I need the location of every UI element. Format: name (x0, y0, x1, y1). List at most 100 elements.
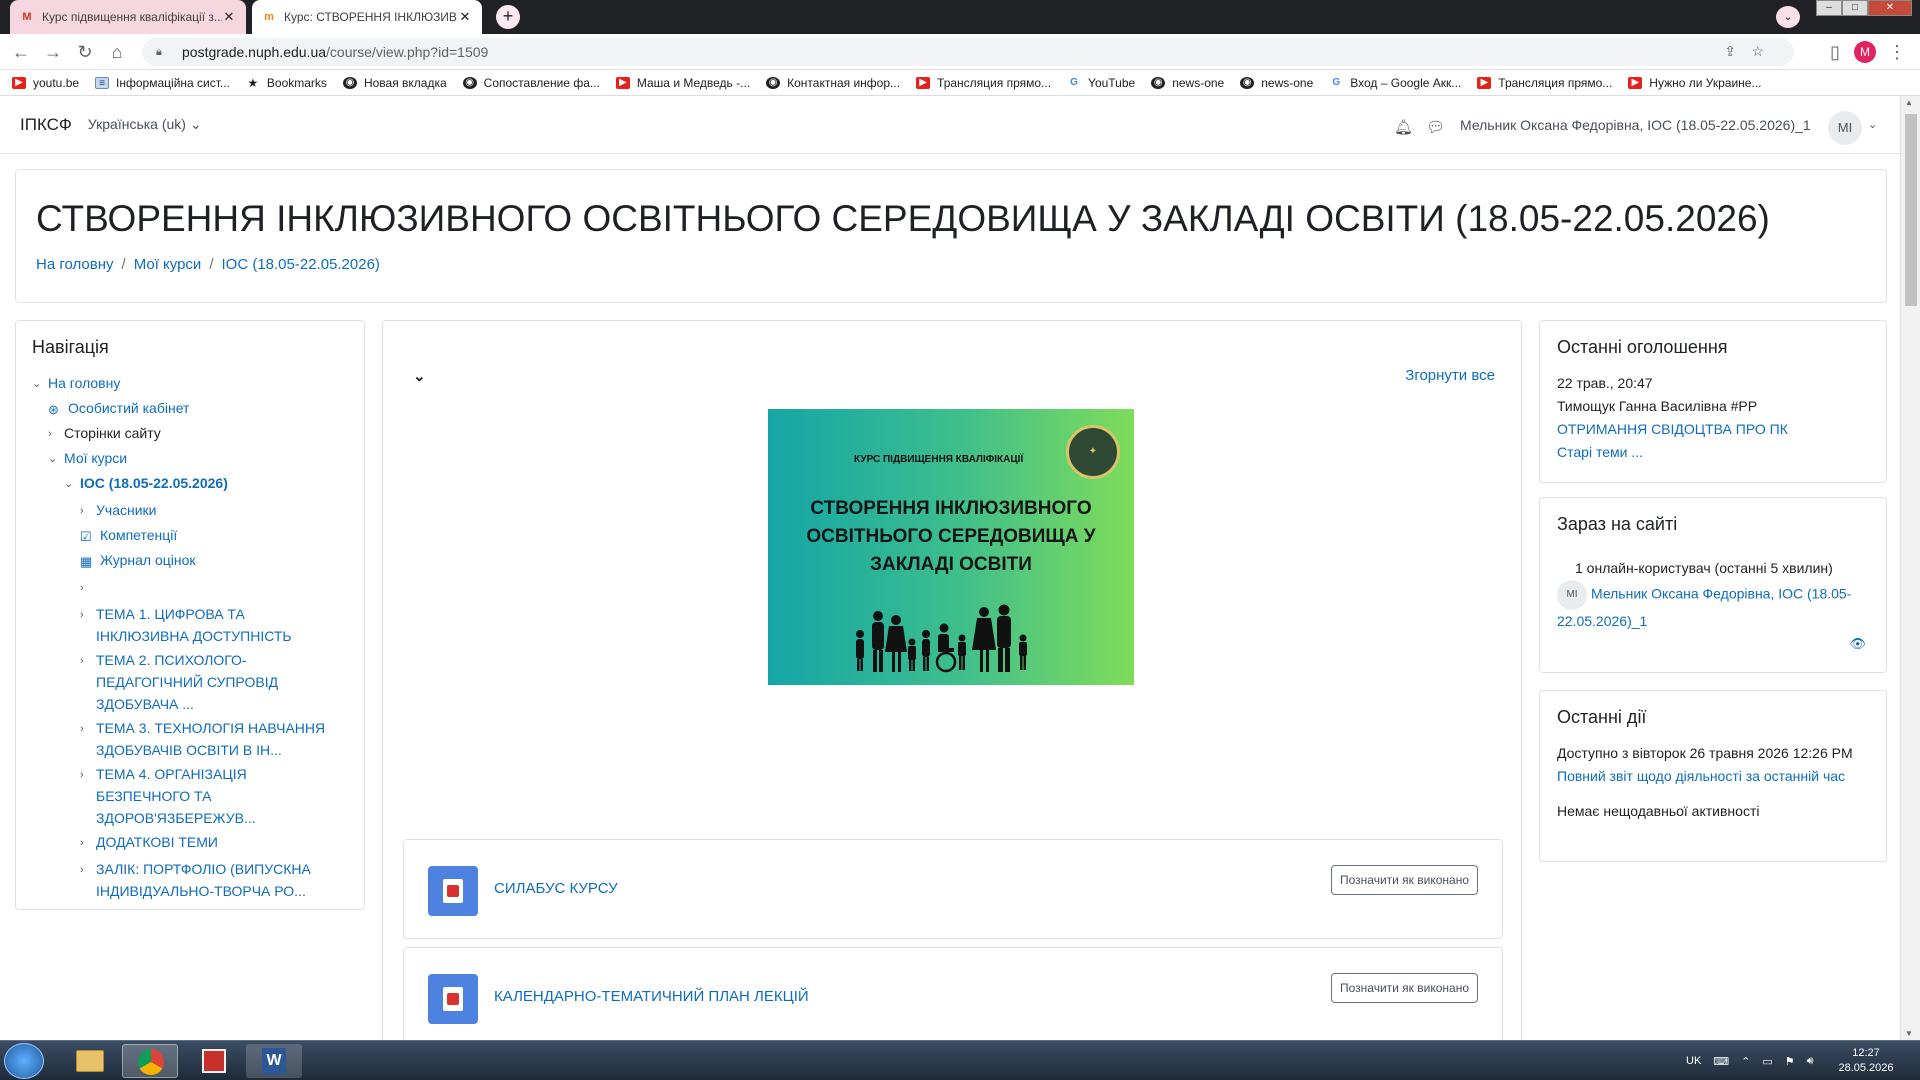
nav-tree-item[interactable]: › ТЕМА 3. ТЕХНОЛОГІЯ НАВЧАННЯ ЗДОБУВАЧІВ … (32, 717, 348, 761)
close-tab-icon[interactable]: ✕ (458, 9, 472, 25)
bookmark-item[interactable]: ▶ Маша и Медведь -... (615, 76, 750, 90)
minimize-icon[interactable]: – (1816, 0, 1842, 16)
clock[interactable]: 12:27 28.05.2026 (1836, 1046, 1896, 1076)
nav-tree-item[interactable]: › Сторінки сайту (32, 422, 348, 447)
home-icon[interactable]: ⌂ (106, 41, 128, 63)
nav-item-label[interactable]: ТЕМА 1. ЦИФРОВА ТА ІНКЛЮЗИВНА ДОСТУПНІСТ… (96, 603, 326, 647)
browser-tab-active[interactable]: m Курс: СТВОРЕННЯ ІНКЛЮЗИВН ✕ (252, 0, 482, 34)
chevron-down-icon[interactable]: ⌄ (48, 447, 64, 472)
chevron-down-icon[interactable]: ⌄ (1868, 118, 1877, 131)
site-brand[interactable]: ІПКСФ (20, 115, 72, 135)
nav-item-label[interactable]: Особистий кабінет (68, 397, 189, 419)
chevron-down-icon[interactable]: ⌄ (64, 472, 80, 497)
nav-item-label[interactable]: На головну (48, 372, 120, 394)
nav-item-label[interactable]: ЗАЛІК: ПОРТФОЛІО (ВИПУСКНА ІНДИВІДУАЛЬНО… (96, 858, 326, 902)
online-user-link[interactable]: Мельник Оксана Федорівна, ІОС (18.05-22.… (1557, 586, 1851, 629)
nav-tree-item[interactable]: › ТЕМА 2. ПСИХОЛОГО-ПЕДАГОГІЧНИЙ СУПРОВІД… (32, 649, 348, 715)
chevron-right-icon[interactable]: › (80, 717, 96, 742)
nav-tree-item[interactable]: › ДОДАТКОВІ ТЕМИ (32, 831, 348, 856)
bell-icon[interactable]: 🔔︎ (1394, 118, 1413, 136)
eye-icon[interactable]: 👁︎ (1849, 636, 1866, 652)
language-indicator[interactable]: UK (1686, 1055, 1701, 1067)
nav-tree-item[interactable]: › (32, 576, 348, 601)
nav-tree-item[interactable]: › ТЕМА 4. ОРГАНІЗАЦІЯ БЕЗПЕЧНОГО ТА ЗДОРО… (32, 763, 348, 829)
breadcrumb-item[interactable]: Мої курси (134, 256, 202, 273)
activity-link[interactable]: КАЛЕНДАРНО-ТЕМАТИЧНИЙ ПЛАН ЛЕКЦІЙ (494, 988, 809, 1005)
bookmark-item[interactable]: ◉ news-one (1240, 76, 1313, 90)
page-scrollbar[interactable]: ▲ ▼ (1900, 96, 1920, 1040)
bookmark-item[interactable]: ▶ youtu.be (12, 76, 79, 90)
chat-icon[interactable]: 💬︎ (1426, 118, 1445, 136)
maximize-icon[interactable]: □ (1842, 0, 1868, 16)
chevron-right-icon[interactable]: › (80, 858, 96, 883)
chevron-down-icon[interactable]: ⌄ (413, 367, 426, 385)
nav-item-label[interactable]: ТЕМА 4. ОРГАНІЗАЦІЯ БЕЗПЕЧНОГО ТА ЗДОРОВ… (96, 763, 326, 829)
nav-tree-item[interactable]: ☑ Компетенції (32, 524, 348, 549)
nav-tree-item[interactable]: › ЗАЛІК: ПОРТФОЛІО (ВИПУСКНА ІНДИВІДУАЛЬН… (32, 858, 348, 902)
nav-item-label[interactable]: ТЕМА 2. ПСИХОЛОГО-ПЕДАГОГІЧНИЙ СУПРОВІД … (96, 649, 326, 715)
bookmark-item[interactable]: ▶ Нужно ли Украине... (1628, 76, 1762, 90)
full-report-link[interactable]: Повний звіт щодо діяльності за останній … (1557, 768, 1845, 784)
scroll-up-icon[interactable]: ▲ (1905, 98, 1913, 107)
chevron-up-icon[interactable]: ⌃ (1741, 1055, 1750, 1068)
mark-as-done-button[interactable]: Позначити як виконано (1330, 973, 1478, 1003)
bookmark-item[interactable]: ◉ news-one (1151, 76, 1224, 90)
nav-item-label[interactable]: Компетенції (100, 524, 177, 546)
chevron-right-icon[interactable]: › (80, 499, 96, 524)
reload-icon[interactable]: ↻ (74, 41, 96, 63)
side-panel-icon[interactable]: ▯ (1824, 41, 1846, 63)
forward-icon[interactable]: → (42, 41, 64, 63)
user-menu-name[interactable]: Мельник Оксана Федорівна, ІОС (18.05-22.… (1460, 117, 1811, 133)
browser-tab[interactable]: M Курс підвищення кваліфікації з... ✕ (10, 0, 246, 34)
scroll-down-icon[interactable]: ▼ (1905, 1029, 1913, 1038)
nav-tree-item[interactable]: ⊛ Особистий кабінет (32, 397, 348, 422)
chevron-right-icon[interactable]: › (80, 831, 96, 856)
chrome-icon[interactable] (122, 1044, 178, 1078)
bookmark-item[interactable]: ◉ Новая вкладка (342, 76, 447, 90)
chevron-down-icon[interactable]: ⌄ (32, 372, 48, 397)
bookmark-item[interactable]: ▶ Трансляция прямо... (916, 76, 1051, 90)
profile-avatar[interactable]: M (1854, 41, 1876, 63)
mark-as-done-button[interactable]: Позначити як виконано (1330, 865, 1478, 895)
keyboard-icon[interactable]: ⌨ (1713, 1055, 1729, 1068)
nav-item-label[interactable]: ТЕМА 3. ТЕХНОЛОГІЯ НАВЧАННЯ ЗДОБУВАЧІВ О… (96, 717, 326, 761)
nav-item-label[interactable]: Мої курси (64, 447, 127, 469)
chevron-right-icon[interactable]: › (80, 649, 96, 674)
breadcrumb-item[interactable]: На головну (36, 256, 114, 273)
network-icon[interactable]: ▭ (1762, 1055, 1772, 1068)
nav-tree-item[interactable]: › Учасники (32, 499, 348, 524)
flag-icon[interactable]: ⚑ (1785, 1055, 1795, 1068)
chevron-right-icon[interactable]: › (48, 422, 64, 447)
new-tab-button[interactable]: + (496, 5, 520, 29)
nav-item-label[interactable]: Журнал оцінок (100, 549, 196, 571)
nav-tree-item[interactable]: ⌄ ІОС (18.05-22.05.2026) (32, 472, 348, 497)
bookmark-item[interactable]: ▶ Трансляция прямо... (1477, 76, 1612, 90)
volume-icon[interactable]: 🔊︎ (1807, 1055, 1814, 1068)
scrollbar-thumb[interactable] (1905, 114, 1917, 306)
bookmark-item[interactable]: ◉ Контактная инфор... (766, 76, 900, 90)
activity-link[interactable]: СИЛАБУС КУРСУ (494, 880, 618, 897)
nav-item-label[interactable]: ДОДАТКОВІ ТЕМИ (96, 831, 218, 853)
post-link[interactable]: ОТРИМАННЯ СВІДОЦТВА ПРО ПК (1557, 421, 1788, 437)
chevron-right-icon[interactable]: › (80, 763, 96, 788)
chevron-right-icon[interactable]: › (80, 576, 96, 601)
close-window-icon[interactable]: ✕ (1868, 0, 1912, 16)
word-icon[interactable]: W (246, 1044, 302, 1078)
pdf-reader-icon[interactable] (186, 1044, 242, 1078)
nav-tree-item[interactable]: › ТЕМА 1. ЦИФРОВА ТА ІНКЛЮЗИВНА ДОСТУПНІС… (32, 603, 348, 647)
tab-search-icon[interactable]: ⌄ (1776, 6, 1800, 28)
chevron-right-icon[interactable]: › (80, 603, 96, 628)
bookmark-item[interactable]: ★ Bookmarks (246, 76, 327, 90)
nav-item-label[interactable]: ІОС (18.05-22.05.2026) (80, 472, 228, 494)
bookmark-item[interactable]: ≡ Інформаційна сист... (95, 76, 230, 90)
address-bar[interactable]: 🔒︎ postgrade.nuph.edu.ua/course/view.php… (142, 38, 1794, 66)
older-topics-link[interactable]: Старі теми ... (1557, 444, 1643, 460)
share-icon[interactable]: ⇪ (1724, 43, 1736, 60)
avatar[interactable]: MI (1828, 111, 1862, 145)
file-explorer-icon[interactable] (62, 1044, 118, 1078)
bookmark-item[interactable]: G YouTube (1067, 76, 1135, 90)
collapse-all-link[interactable]: Згорнути все (1405, 367, 1495, 384)
language-menu[interactable]: Українська (uk) ⌄ (88, 116, 202, 133)
bookmark-item[interactable]: G Вход – Google Акк... (1329, 76, 1461, 90)
breadcrumb-item[interactable]: ІОС (18.05-22.05.2026) (221, 256, 379, 273)
